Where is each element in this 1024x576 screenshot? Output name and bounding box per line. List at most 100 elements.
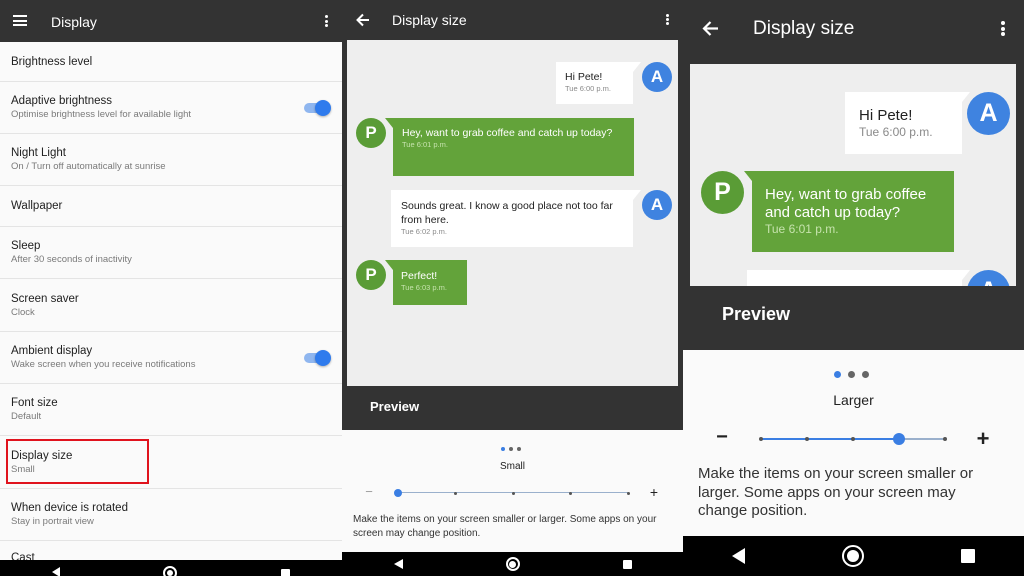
setting-wallpaper[interactable]: Wallpaper: [0, 186, 342, 227]
message-time: Tue 6:01 p.m.: [402, 140, 448, 149]
setting-label: Adaptive brightness: [11, 95, 113, 107]
avatar-a: A: [967, 92, 1010, 135]
setting-label: When device is rotated: [11, 502, 128, 514]
avatar-a: A: [967, 270, 1010, 286]
slider-tick[interactable]: [511, 491, 515, 495]
setting-label: Sleep: [11, 240, 41, 252]
triangle-back-icon[interactable]: [393, 559, 403, 569]
setting-cast[interactable]: Cast: [0, 541, 342, 560]
setting-adaptive-brightness[interactable]: Adaptive brightness Optimise brightness …: [0, 82, 342, 134]
square-recent-icon[interactable]: [622, 559, 632, 569]
display-settings-screen: Display Brightness level Adaptive bright…: [0, 0, 342, 576]
slider-tick[interactable]: [851, 437, 855, 441]
page-title: Display size: [392, 12, 467, 28]
more-vert-icon[interactable]: [324, 15, 328, 27]
setting-label: Night Light: [11, 147, 66, 159]
slider-tick[interactable]: [805, 437, 809, 441]
message-text: Sounds great. I know a good place not to…: [401, 200, 613, 226]
arrow-back-icon[interactable]: [702, 20, 719, 37]
setting-night-light[interactable]: Night Light On / Turn off automatically …: [0, 134, 342, 186]
circle-home-icon[interactable]: [163, 566, 178, 576]
display-size-small-screen: Display size Hi Pete! Tue 6:00 p.m. A P …: [342, 0, 683, 576]
system-nav-bar: [683, 536, 1024, 576]
setting-summary: Default: [11, 411, 42, 422]
avatar-a: A: [642, 62, 672, 92]
message-time: Tue 6:00 p.m.: [565, 84, 611, 93]
setting-summary: Wake screen when you receive notificatio…: [11, 359, 196, 370]
slider-tick[interactable]: [943, 437, 947, 441]
avatar-p: P: [701, 171, 744, 214]
size-label: Small: [499, 461, 525, 472]
slider-tick[interactable]: [569, 491, 572, 495]
setting-brightness-level[interactable]: Brightness level: [0, 42, 342, 82]
setting-font-size[interactable]: Font size Default: [0, 384, 342, 436]
display-size-description: Make the items on your screen smaller or…: [353, 514, 657, 539]
message-bubble-incoming: Perfect! Tue 6:03 p.m.: [385, 260, 467, 305]
ambient-display-toggle[interactable]: [304, 349, 331, 366]
setting-ambient-display[interactable]: Ambient display Wake screen when you rec…: [0, 332, 342, 384]
display-size-slider[interactable]: [759, 432, 947, 446]
adaptive-brightness-toggle[interactable]: [304, 99, 331, 116]
display-size-slider[interactable]: [394, 487, 630, 499]
decrease-size-button[interactable]: −: [712, 426, 732, 449]
message-bubble-incoming: Hey, want to grab coffee and catch up to…: [744, 171, 954, 252]
setting-screen-saver[interactable]: Screen saver Clock: [0, 279, 342, 332]
app-bar: Display size: [683, 0, 1024, 58]
hamburger-icon[interactable]: [13, 15, 27, 26]
arrow-back-icon[interactable]: [356, 13, 370, 27]
display-size-controls: Larger − + Make the items on your screen…: [683, 350, 1024, 536]
system-nav-bar: [0, 560, 342, 576]
highlight-annotation: [6, 439, 149, 484]
square-recent-icon[interactable]: [961, 549, 976, 563]
message-text: Hey, want to grab coffee and catch up to…: [402, 127, 613, 139]
message-text: Hi Pete!: [859, 107, 913, 124]
slider-tick[interactable]: [759, 437, 763, 441]
message-time: Tue 6:02 p.m.: [401, 227, 447, 236]
message-bubble-outgoing: Hi Pete! Tue 6:00 p.m.: [845, 92, 970, 154]
slider-thumb[interactable]: [394, 489, 402, 497]
preview-label: Preview: [370, 399, 420, 414]
slider-tick[interactable]: [454, 491, 457, 495]
message-time: Tue 6:03 p.m.: [401, 283, 447, 292]
increase-size-button[interactable]: +: [973, 426, 993, 452]
setting-summary: Optimise brightness level for available …: [11, 109, 192, 120]
display-size-description: Make the items on your screen smaller or…: [698, 465, 974, 519]
setting-summary: Clock: [11, 306, 35, 318]
more-vert-icon[interactable]: [665, 14, 669, 25]
avatar-p: P: [356, 260, 386, 290]
page-title: Display: [51, 14, 97, 30]
triangle-back-icon[interactable]: [51, 567, 60, 576]
setting-summary: On / Turn off automatically at sunrise: [11, 161, 166, 172]
setting-label: Ambient display: [11, 345, 93, 357]
slider-tick[interactable]: [626, 491, 630, 495]
preview-page-dots: [834, 371, 869, 378]
square-recent-icon[interactable]: [281, 568, 291, 576]
increase-size-button[interactable]: +: [647, 484, 661, 500]
preview-page-dots: [501, 447, 521, 451]
setting-label: Font size: [11, 397, 58, 409]
setting-summary: Stay in portrait view: [11, 516, 94, 527]
setting-summary: After 30 seconds of inactivity: [11, 254, 132, 265]
app-bar: Display size: [342, 0, 683, 40]
more-vert-icon[interactable]: [1000, 21, 1005, 36]
chat-preview: Hi Pete! Tue 6:00 p.m. A P Hey, want to …: [347, 40, 678, 386]
setting-label: Cast: [11, 552, 35, 560]
size-label: Larger: [833, 392, 874, 408]
slider-fill: [761, 438, 899, 440]
avatar-p: P: [356, 118, 386, 148]
setting-label: Wallpaper: [11, 200, 63, 212]
avatar-a: A: [642, 190, 672, 220]
setting-sleep[interactable]: Sleep After 30 seconds of inactivity: [0, 227, 342, 279]
app-bar: Display: [0, 0, 342, 42]
triangle-back-icon[interactable]: [731, 548, 745, 564]
setting-device-rotated[interactable]: When device is rotated Stay in portrait …: [0, 489, 342, 541]
message-bubble-outgoing: [747, 270, 970, 286]
circle-home-icon[interactable]: [841, 545, 864, 567]
page-title: Display size: [753, 18, 855, 39]
decrease-size-button[interactable]: −: [362, 484, 376, 499]
message-text: Perfect!: [401, 270, 438, 282]
system-nav-bar: [342, 552, 683, 576]
circle-home-icon[interactable]: [505, 557, 520, 571]
slider-thumb[interactable]: [893, 433, 905, 445]
message-text: Hi Pete!: [565, 71, 603, 83]
